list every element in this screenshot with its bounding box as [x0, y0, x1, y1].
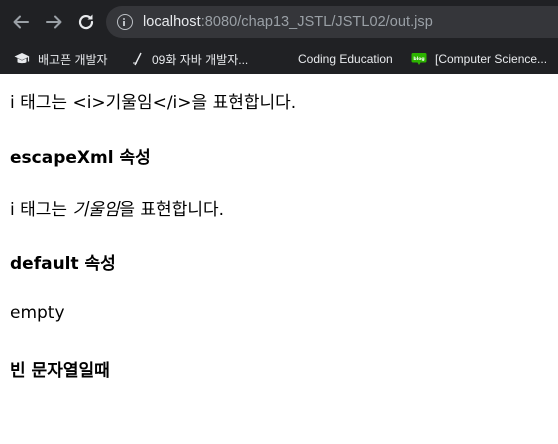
bookmark-label: Coding Education — [298, 52, 393, 66]
site-info-icon[interactable] — [117, 14, 133, 30]
line-text: i 태그는 — [10, 200, 73, 220]
bookmarks-bar: 배고픈 개발자 09화 자바 개발자... Coding Education b… — [0, 44, 558, 74]
back-arrow-icon — [12, 13, 30, 31]
line-text: 을 표현합니다. — [119, 200, 225, 220]
bookmark-label: [Computer Science... — [435, 52, 548, 66]
browser-toolbar: localhost:8080/chap13_JSTL/JSTL02/out.js… — [0, 0, 558, 44]
italic-text: 기울임 — [72, 200, 120, 220]
url-path: :8080/chap13_JSTL/JSTL02/out.jsp — [200, 14, 433, 30]
heading-empty-string: 빈 문자열일때 — [10, 361, 110, 381]
url-host: localhost — [143, 14, 201, 30]
default-output-line: empty — [10, 303, 65, 323]
address-bar[interactable]: localhost:8080/chap13_JSTL/JSTL02/out.js… — [106, 6, 558, 38]
heading-default: default 속성 — [10, 254, 116, 274]
slash-page-icon — [132, 52, 144, 66]
bookmark-coding-education[interactable]: Coding Education — [298, 44, 393, 74]
escaped-output-line: i 태그는 <i>기울임</i>을 표현합니다. — [10, 93, 297, 113]
unescaped-output-line: i 태그는 기울임을 표현합니다. — [10, 195, 224, 220]
forward-button[interactable] — [43, 11, 65, 33]
bookmark-label: 09화 자바 개발자... — [152, 52, 249, 67]
url-text[interactable]: localhost:8080/chap13_JSTL/JSTL02/out.js… — [143, 14, 433, 30]
blog-icon: blog — [411, 52, 427, 66]
back-button[interactable] — [10, 11, 32, 33]
browser-chrome: localhost:8080/chap13_JSTL/JSTL02/out.js… — [0, 0, 558, 74]
bookmark-hungry-developer[interactable]: 배고픈 개발자 — [14, 44, 108, 74]
bookmark-label: 배고픈 개발자 — [38, 52, 108, 67]
graduation-cap-icon — [14, 52, 30, 66]
forward-arrow-icon — [45, 13, 63, 31]
heading-escapexml: escapeXml 속성 — [10, 148, 151, 168]
reload-button[interactable] — [75, 11, 97, 33]
bookmark-java-developer[interactable]: 09화 자바 개발자... — [132, 44, 248, 74]
reload-icon — [77, 13, 95, 31]
bookmark-computer-science[interactable]: blog [Computer Science... — [411, 44, 547, 74]
svg-text:blog: blog — [413, 56, 424, 62]
